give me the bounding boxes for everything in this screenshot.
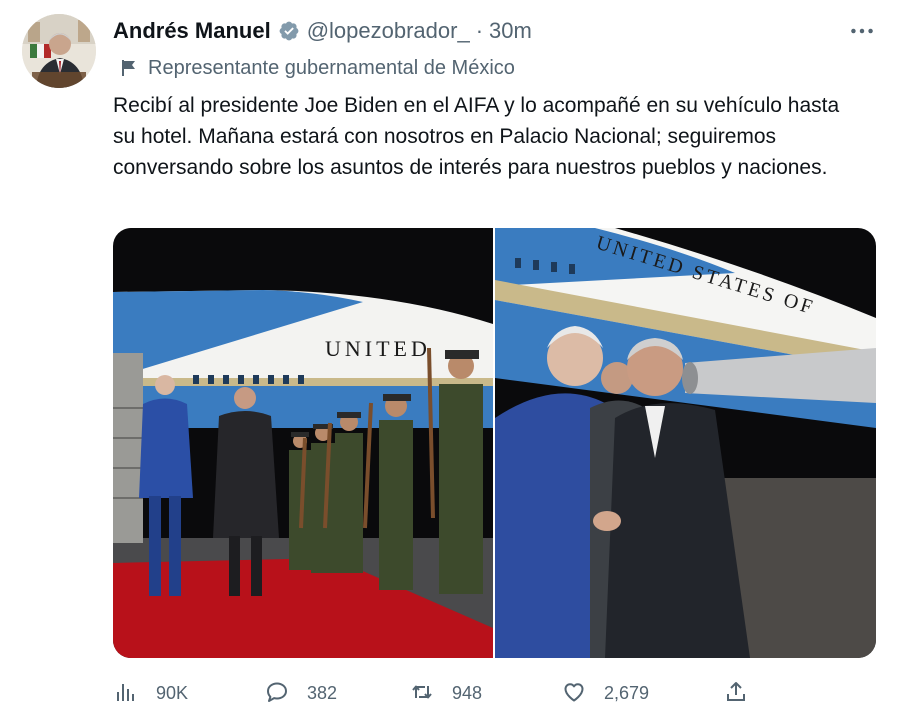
like-button[interactable]: 2,679 (562, 680, 649, 706)
tweet-timestamp[interactable]: 30m (489, 18, 532, 44)
share-button[interactable] (724, 680, 766, 706)
retweet-count: 948 (452, 682, 483, 703)
heart-icon (562, 680, 588, 706)
tweet-media[interactable]: UNITED UNITED STATES OF (113, 228, 876, 658)
like-count: 2,679 (604, 682, 650, 703)
retweet-icon (410, 680, 436, 706)
reply-button[interactable]: 382 (265, 680, 337, 706)
avatar-image (22, 14, 96, 88)
tweet-text: Recibí al presidente Joe Biden en el AIF… (113, 94, 840, 179)
reply-count: 382 (307, 682, 338, 703)
author-handle[interactable]: @lopezobrador_ (307, 18, 470, 44)
views-button[interactable]: 90K (114, 680, 188, 706)
views-count: 90K (156, 682, 189, 703)
government-label-text: Representante gubernamental de México (148, 56, 515, 79)
separator-dot: · (475, 18, 484, 43)
tweet-header: Andrés Manuel @lopezobrador_ · 30m (113, 14, 876, 48)
flag-icon (120, 59, 138, 77)
more-dots-icon[interactable] (848, 18, 876, 44)
avatar[interactable] (22, 14, 96, 88)
photo-arrival-carpet[interactable]: UNITED (113, 228, 493, 658)
author-display-name[interactable]: Andrés Manuel (113, 18, 271, 44)
share-icon (724, 680, 750, 706)
views-chart-icon (114, 680, 140, 706)
retweet-button[interactable]: 948 (410, 680, 482, 706)
tweet-actions: 90K 382 948 2,679 (110, 676, 760, 710)
left-fuselage-text: UNITED (325, 336, 431, 361)
photo-handshake[interactable]: UNITED STATES OF (495, 228, 876, 658)
reply-bubble-icon (265, 680, 291, 706)
government-label[interactable]: Representante gubernamental de México (120, 54, 515, 82)
verified-badge-icon[interactable] (278, 20, 300, 42)
